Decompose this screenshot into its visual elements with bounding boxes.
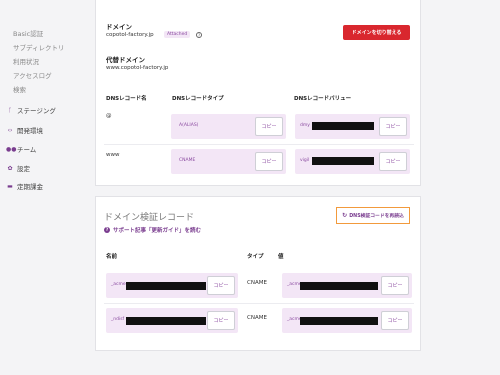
dns-name-header: DNSレコード名 <box>106 96 147 102</box>
code-icon: ‹› <box>7 126 13 134</box>
redacted-value <box>300 317 378 325</box>
domain-value: copotol-factory.jp <box>106 32 154 38</box>
row-divider <box>104 303 414 304</box>
verify-name-field: _ndisf コピー <box>106 308 238 333</box>
recheck-dns-button[interactable]: ↻ DNS検証コードを再読込 <box>336 207 410 224</box>
domain-card: ドメイン copotol-factory.jp Attached ? ドメインを… <box>95 0 421 186</box>
domain-label: ドメイン <box>106 23 132 31</box>
redacted-value <box>312 157 374 165</box>
sidebar-item-dev-env[interactable]: ‹› 開発環境 <box>6 125 43 136</box>
redacted-value <box>126 282 206 290</box>
billing-icon: ▬ <box>7 182 13 190</box>
row-divider <box>104 144 414 145</box>
copy-button[interactable]: コピー <box>255 152 283 171</box>
sidebar-sub-access-log[interactable]: アクセスログ <box>13 70 52 80</box>
copy-button[interactable]: コピー <box>207 311 235 330</box>
sidebar-item-settings[interactable]: ✿ 設定 <box>6 163 30 174</box>
copy-button[interactable]: コピー <box>207 276 235 295</box>
verify-type: CNAME <box>247 315 267 321</box>
sidebar-item-team[interactable]: ●● チーム <box>6 144 36 155</box>
sidebar: Basic認証 サブディレクトリ 利用状況 アクセスログ 検索 ᚴ ステージング… <box>0 0 90 375</box>
copy-button[interactable]: コピー <box>379 117 407 136</box>
verify-name-header: 名前 <box>106 254 118 260</box>
dns-row-name: @ <box>106 113 112 119</box>
copy-button[interactable]: コピー <box>379 152 407 171</box>
support-guide-link[interactable]: ? サポート記事「更新ガイド」を読む <box>104 226 201 234</box>
verify-type: CNAME <box>247 280 267 286</box>
sidebar-sub-subdirectory[interactable]: サブディレクトリ <box>13 42 65 52</box>
attached-badge: Attached <box>164 31 191 38</box>
help-icon[interactable]: ? <box>196 32 202 38</box>
gear-icon: ✿ <box>7 164 13 172</box>
dns-type-field: A(ALIAS) コピー <box>171 114 286 139</box>
verify-value-field: _acme コピー <box>282 273 412 298</box>
switch-domain-button[interactable]: ドメインを切り替える <box>343 25 410 40</box>
question-icon: ? <box>104 227 110 233</box>
dns-type-header: DNSレコードタイプ <box>172 96 224 102</box>
dns-row-name: www <box>106 152 120 158</box>
sidebar-sub-usage[interactable]: 利用状況 <box>13 56 39 66</box>
copy-button[interactable]: コピー <box>255 117 283 136</box>
copy-button[interactable]: コピー <box>381 276 409 295</box>
verify-type-header: タイプ <box>247 254 264 260</box>
alias-domain-value: www.copotol-factory.jp <box>106 65 169 71</box>
copy-button[interactable]: コピー <box>381 311 409 330</box>
redacted-value <box>300 282 378 290</box>
sidebar-item-billing[interactable]: ▬ 定期課金 <box>6 181 43 192</box>
dns-type-field: CNAME コピー <box>171 149 286 174</box>
dns-value-field: vigil コピー <box>295 149 410 174</box>
sidebar-sub-search[interactable]: 検索 <box>13 84 26 94</box>
verify-value-field: _acme コピー <box>282 308 412 333</box>
staging-icon: ᚴ <box>8 106 12 114</box>
redacted-value <box>126 317 206 325</box>
sidebar-sub-basic-auth[interactable]: Basic認証 <box>13 28 43 38</box>
dns-value-field: dmy コピー <box>295 114 410 139</box>
refresh-icon: ↻ <box>342 212 348 219</box>
redacted-value <box>312 122 374 130</box>
verification-title: ドメイン検証レコード <box>104 213 195 223</box>
sidebar-item-staging[interactable]: ᚴ ステージング <box>6 105 56 116</box>
dns-value-header: DNSレコードバリュー <box>294 96 352 102</box>
verify-value-header: 値 <box>278 254 284 260</box>
alias-domain-label: 代替ドメイン <box>106 56 145 64</box>
verify-name-field: _acme コピー <box>106 273 238 298</box>
team-icon: ●● <box>6 145 17 153</box>
